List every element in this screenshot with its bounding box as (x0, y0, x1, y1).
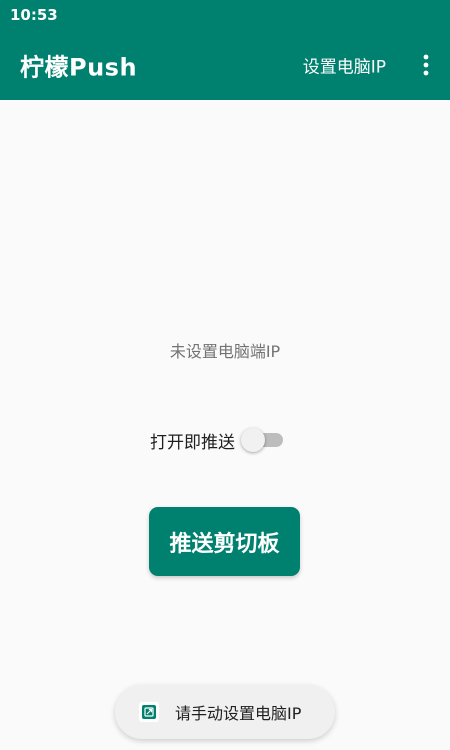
app-title: 柠檬Push (20, 53, 138, 82)
main-content: 未设置电脑端IP 打开即推送 推送剪切板 请手动设置电脑IP (0, 100, 450, 750)
push-on-open-label: 打开即推送 (150, 432, 235, 453)
push-on-open-row: 打开即推送 (150, 426, 285, 454)
app-bar: 柠檬Push 设置电脑IP (0, 30, 450, 100)
toast: 请手动设置电脑IP (115, 685, 335, 739)
status-bar: 10:53 (0, 0, 450, 30)
toast-message: 请手动设置电脑IP (175, 704, 302, 723)
app-icon (139, 702, 159, 722)
push-clipboard-button[interactable]: 推送剪切板 (149, 507, 300, 576)
set-computer-ip-button[interactable]: 设置电脑IP (303, 53, 386, 78)
push-on-open-switch[interactable] (241, 426, 285, 454)
status-time: 10:53 (10, 6, 58, 24)
more-vert-icon[interactable] (420, 53, 432, 77)
switch-thumb (241, 428, 265, 452)
ip-status-text: 未设置电脑端IP (169, 342, 281, 361)
